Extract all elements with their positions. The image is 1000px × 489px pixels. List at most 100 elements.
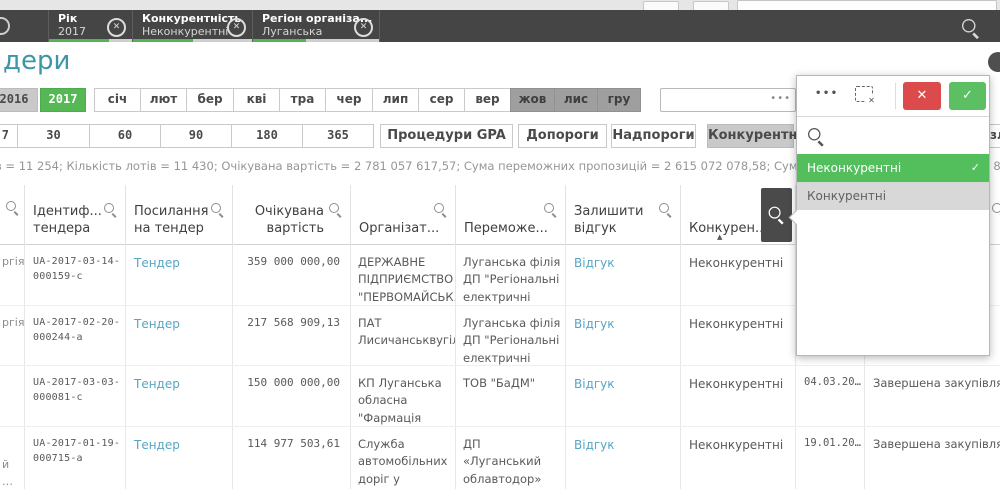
cell-tender-link[interactable]: Тендер bbox=[126, 366, 233, 426]
table-row[interactable]: UA-2017-03-03-000081-c Тендер 150 000 00… bbox=[0, 366, 1000, 427]
cell-tender-id: UA-2017-01-19-000715-a bbox=[25, 427, 126, 489]
column-search-icon[interactable] bbox=[992, 203, 1000, 217]
more-options-icon[interactable]: ••• bbox=[815, 88, 839, 99]
close-icon[interactable]: ✕ bbox=[354, 18, 373, 37]
header-label: Очікувана вартість bbox=[241, 203, 342, 237]
cell-expected-value: 150 000 000,00 bbox=[233, 366, 351, 426]
cell-winner: ТОВ "БаДМ" bbox=[456, 366, 566, 426]
month-button-jun[interactable]: чер bbox=[325, 88, 373, 112]
period-30-button[interactable]: 30 bbox=[17, 124, 90, 148]
header-winner[interactable]: Переможе... bbox=[456, 185, 566, 245]
clear-selection-icon[interactable]: ✕ bbox=[855, 86, 873, 102]
cell-review-link[interactable]: Відгук bbox=[566, 245, 681, 305]
selection-chip-year[interactable]: Рік 2017 ✕ bbox=[48, 10, 133, 42]
cell-tender-id: UA-2017-03-14-000159-c bbox=[25, 245, 126, 305]
gpa-procedures-button[interactable]: Процедури GPA bbox=[380, 124, 513, 148]
period-365-button[interactable]: 365 bbox=[302, 124, 374, 148]
year-2016-button[interactable]: 2016 bbox=[0, 88, 38, 112]
listbox-item-competitive[interactable]: Конкурентні bbox=[797, 182, 989, 210]
header-label: Організат... bbox=[359, 220, 447, 237]
period-180-button[interactable]: 180 bbox=[231, 124, 303, 148]
year-2017-button[interactable]: 2017 bbox=[40, 88, 86, 112]
cell-tender-link[interactable]: Тендер bbox=[126, 306, 233, 365]
chip-value: 2017 bbox=[58, 25, 106, 38]
month-button-may[interactable]: тра bbox=[279, 88, 326, 112]
selection-ratio-bar bbox=[49, 39, 109, 42]
period-7-button[interactable]: 7 bbox=[0, 124, 18, 148]
cell-tender-link[interactable]: Тендер bbox=[126, 245, 233, 305]
listbox-item-label: Неконкурентні bbox=[807, 161, 901, 175]
competitive-button[interactable]: Конкурентні bbox=[707, 124, 794, 148]
toolbar-divider bbox=[895, 83, 896, 109]
cell-tender-link[interactable]: Тендер bbox=[126, 427, 233, 489]
column-search-icon[interactable] bbox=[6, 201, 20, 215]
search-icon[interactable] bbox=[962, 19, 981, 38]
period-90-button[interactable]: 90 bbox=[160, 124, 232, 148]
chip-label: Регіон організа... bbox=[262, 12, 353, 25]
header-tender-id[interactable]: Ідентиф... тендера bbox=[25, 185, 126, 245]
month-button-feb[interactable]: лют bbox=[140, 88, 187, 112]
month-button-sep[interactable]: вер bbox=[464, 88, 511, 112]
selection-chip-region[interactable]: Регіон організа... Луганська ✕ bbox=[253, 10, 380, 42]
cell-competitiveness: Неконкурентні bbox=[681, 366, 796, 426]
ellipsis-icon: ••• bbox=[770, 93, 791, 104]
header-label: Залишити відгук bbox=[574, 203, 672, 237]
header-expected-value[interactable]: Очікувана вартість bbox=[233, 185, 351, 245]
header-category[interactable] bbox=[0, 185, 25, 245]
period-60-button[interactable]: 60 bbox=[89, 124, 161, 148]
month-button-jul[interactable]: лип bbox=[372, 88, 419, 112]
selection-chips: Рік 2017 ✕ Конкурентність Неконкурентні … bbox=[48, 10, 380, 42]
table-row[interactable]: й … UA-2017-01-19-000715-a Тендер 114 97… bbox=[0, 427, 1000, 489]
header-label: Переможе... bbox=[464, 220, 557, 237]
chip-label: Конкурентність bbox=[142, 12, 226, 25]
cell-competitiveness: Неконкурентні bbox=[681, 245, 796, 305]
confirm-selection-button[interactable]: ✓ bbox=[949, 82, 986, 110]
close-icon[interactable]: ✕ bbox=[107, 18, 126, 37]
close-icon[interactable]: ✕ bbox=[227, 18, 246, 37]
above-threshold-button[interactable]: Надпороги bbox=[611, 124, 696, 148]
cell-date: 19.01.20… bbox=[796, 427, 865, 489]
month-button-jan[interactable]: січ bbox=[94, 88, 141, 112]
column-search-icon[interactable] bbox=[544, 203, 558, 217]
cell-status: Завершена закупівля bbox=[865, 427, 1000, 489]
active-column-search[interactable] bbox=[761, 188, 792, 242]
listbox-item-noncompetitive[interactable]: Неконкурентні ✓ bbox=[797, 154, 989, 182]
cell-review-link[interactable]: Відгук bbox=[566, 306, 681, 365]
cutoff-corner-icon[interactable] bbox=[988, 52, 1000, 72]
popup-toolbar: ••• ✕ ✕ ✓ bbox=[797, 76, 989, 117]
header-leave-review[interactable]: Залишити відгук bbox=[566, 185, 681, 245]
month-button-mar[interactable]: бер bbox=[186, 88, 234, 112]
column-search-icon[interactable] bbox=[434, 203, 448, 217]
cell-expected-value: 114 977 503,61 bbox=[233, 427, 351, 489]
month-button-nov[interactable]: лис bbox=[554, 88, 598, 112]
column-search-icon[interactable] bbox=[659, 203, 673, 217]
chip-value: Неконкурентні bbox=[142, 25, 226, 38]
cutoff-button-fragment[interactable]: зл bbox=[990, 124, 1000, 148]
selection-chip-competitiveness[interactable]: Конкурентність Неконкурентні ✕ bbox=[133, 10, 253, 42]
header-organizer[interactable]: Організат... bbox=[351, 185, 456, 245]
cell-tender-id: UA-2017-02-20-000244-a bbox=[25, 306, 126, 365]
cell-organizer: Служба автомобільних доріг у Луганській.… bbox=[351, 427, 456, 489]
cell-expected-value: 217 568 909,13 bbox=[233, 306, 351, 365]
header-tender-link[interactable]: Посилання на тендер bbox=[126, 185, 233, 245]
column-search-icon[interactable] bbox=[104, 203, 118, 217]
cell-winner: ДП «Луганський облавтодор» ВАТ ДАК «Авто… bbox=[456, 427, 566, 489]
popup-search-field[interactable] bbox=[797, 117, 989, 154]
cancel-selection-button[interactable]: ✕ bbox=[903, 82, 941, 110]
below-threshold-button[interactable]: Допороги bbox=[518, 124, 607, 148]
month-button-apr[interactable]: кві bbox=[233, 88, 280, 112]
month-button-oct[interactable]: жов bbox=[510, 88, 555, 112]
header-competitiveness[interactable]: Конкурен... ▲ bbox=[681, 185, 796, 245]
filter-search-input[interactable]: ••• bbox=[660, 88, 796, 112]
cell-category: ргія bbox=[0, 245, 25, 305]
cell-organizer: ПАТ Лисичанськвугілля bbox=[351, 306, 456, 365]
cell-category: й … bbox=[0, 427, 25, 489]
selection-ratio-bar bbox=[133, 39, 193, 42]
month-button-aug[interactable]: сер bbox=[418, 88, 465, 112]
cell-review-link[interactable]: Відгук bbox=[566, 366, 681, 426]
column-search-icon[interactable] bbox=[329, 203, 343, 217]
column-search-icon[interactable] bbox=[211, 203, 225, 217]
cell-competitiveness: Неконкурентні bbox=[681, 306, 796, 365]
month-button-dec[interactable]: гру bbox=[597, 88, 641, 112]
cell-review-link[interactable]: Відгук bbox=[566, 427, 681, 489]
